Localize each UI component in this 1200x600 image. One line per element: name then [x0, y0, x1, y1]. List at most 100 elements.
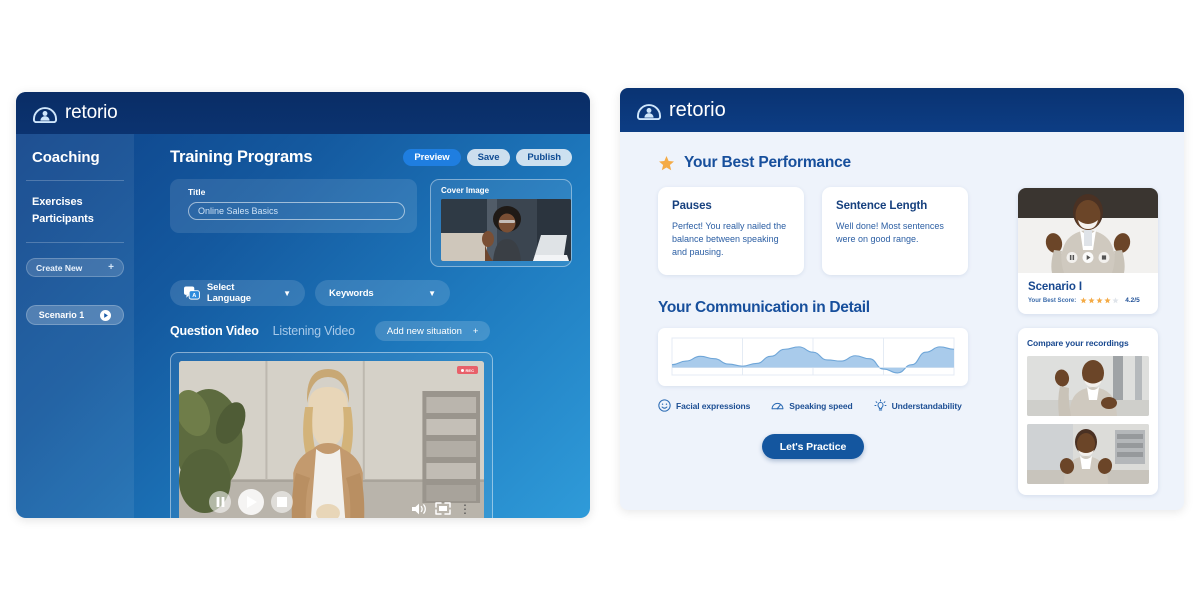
- dropdown-row: A Select Language ▼ Keywords ▼: [170, 280, 572, 306]
- svg-text:A: A: [192, 293, 196, 299]
- coaching-sidebar: Coaching Exercises Participants Create N…: [16, 134, 134, 518]
- play-icon: [246, 496, 257, 508]
- select-language-label: Select Language: [207, 282, 276, 304]
- pause-icon[interactable]: [1067, 252, 1078, 263]
- recording-photo-2: [1027, 424, 1149, 484]
- scenario-score-row: Your Best Score: 4.2/5: [1028, 297, 1148, 304]
- create-new-button[interactable]: Create New +: [26, 258, 124, 277]
- scenario-meta: Scenario I Your Best Score: 4.2/5: [1018, 273, 1158, 314]
- report-body: Your Best Performance Pauses Perfect! Yo…: [620, 132, 1184, 510]
- feedback-text: Perfect! You really nailed the balance b…: [672, 220, 790, 259]
- add-new-situation-button[interactable]: Add new situation +: [375, 321, 491, 341]
- communication-area-chart: [668, 335, 958, 379]
- plus-icon: +: [473, 326, 479, 337]
- smiley-icon: [658, 399, 671, 412]
- coaching-builder-panel: retorio Coaching Exercises Participants …: [16, 92, 590, 518]
- report-right-column: Scenario I Your Best Score: 4.2/5 Compar…: [1018, 188, 1158, 495]
- chevron-down-icon: ▼: [428, 289, 436, 298]
- communication-chart-card: [658, 328, 968, 386]
- sidebar-item-participants[interactable]: Participants: [32, 211, 134, 228]
- scenario-card[interactable]: Scenario I Your Best Score: 4.2/5: [1018, 188, 1158, 314]
- title-field-label: Title: [188, 187, 405, 197]
- metric-facial-expressions[interactable]: Facial expressions: [658, 399, 750, 412]
- scenario-thumbnail[interactable]: [1018, 188, 1158, 273]
- star-rating: [1080, 297, 1119, 304]
- cover-image-photo: [441, 199, 571, 261]
- metric-label: Facial expressions: [676, 401, 750, 411]
- best-performance-title: Your Best Performance: [684, 154, 851, 172]
- stop-button[interactable]: [271, 491, 293, 513]
- sidebar-item-exercises[interactable]: Exercises: [32, 194, 134, 211]
- save-button[interactable]: Save: [467, 149, 511, 166]
- cover-image-thumbnail: [441, 199, 571, 261]
- select-language-dropdown[interactable]: A Select Language ▼: [170, 280, 305, 306]
- metric-understandability[interactable]: Understandability: [874, 399, 962, 412]
- more-vertical-icon[interactable]: ⋮: [459, 505, 471, 513]
- recording-thumbnail-2[interactable]: [1027, 424, 1149, 484]
- gauge-icon: [771, 399, 784, 412]
- metric-speaking-speed[interactable]: Speaking speed: [771, 399, 852, 412]
- star-icon: [1104, 297, 1111, 304]
- metric-label: Understandability: [892, 401, 962, 411]
- builder-main-column: Training Programs Preview Save Publish T…: [134, 134, 590, 518]
- screenshot-root: retorio Coaching Exercises Participants …: [0, 0, 1200, 600]
- question-video-frame: REC: [170, 352, 493, 518]
- fullscreen-icon[interactable]: [435, 502, 451, 515]
- video-controls-left: [209, 489, 293, 515]
- title-field-card: Title Online Sales Basics: [170, 179, 417, 233]
- stop-icon[interactable]: [1099, 252, 1110, 263]
- scenario-name: Scenario I: [1028, 281, 1148, 293]
- create-new-label: Create New: [36, 263, 82, 273]
- tab-listening-video[interactable]: Listening Video: [273, 324, 355, 338]
- star-icon: [1096, 297, 1103, 304]
- video-tabs-row: Question Video Listening Video Add new s…: [170, 321, 572, 341]
- video-controls-right: ⋮: [412, 502, 471, 515]
- retorio-logo[interactable]: retorio: [32, 102, 117, 124]
- rec-label: REC: [466, 368, 474, 373]
- preview-button[interactable]: Preview: [403, 149, 460, 166]
- publish-button[interactable]: Publish: [516, 149, 572, 166]
- play-icon[interactable]: [1083, 252, 1094, 263]
- title-input[interactable]: Online Sales Basics: [188, 202, 405, 220]
- tab-question-video[interactable]: Question Video: [170, 324, 259, 338]
- score-label: Your Best Score:: [1028, 298, 1076, 304]
- feedback-text: Well done! Most sentences were on good r…: [836, 220, 954, 246]
- practice-button-wrap: Let's Practice: [658, 434, 968, 459]
- feedback-title: Pauses: [672, 200, 790, 212]
- compare-recordings-title: Compare your recordings: [1027, 338, 1149, 348]
- left-panel-topbar: retorio: [16, 92, 590, 134]
- record-dot-icon: [461, 369, 464, 372]
- question-video-player[interactable]: REC: [179, 361, 484, 518]
- title-and-cover-row: Title Online Sales Basics Cover Image: [170, 179, 572, 267]
- logo-text: retorio: [65, 102, 117, 124]
- feedback-title: Sentence Length: [836, 200, 954, 212]
- cover-image-card[interactable]: Cover Image: [430, 179, 572, 267]
- lightbulb-icon: [874, 399, 887, 412]
- sidebar-title: Coaching: [16, 134, 134, 166]
- retorio-logo[interactable]: retorio: [636, 99, 726, 122]
- feedback-card-pauses: Pauses Perfect! You really nailed the ba…: [658, 187, 804, 275]
- recording-photo-1: [1027, 356, 1149, 416]
- play-icon: [100, 310, 111, 321]
- star-icon: [658, 155, 675, 172]
- chevron-down-icon: ▼: [283, 289, 291, 298]
- volume-icon[interactable]: [412, 503, 427, 515]
- sidebar-divider-2: [26, 242, 124, 243]
- page-title: Training Programs: [170, 148, 312, 167]
- metric-label: Speaking speed: [789, 401, 852, 411]
- cover-image-label: Cover Image: [441, 186, 565, 195]
- sidebar-item-scenario-1[interactable]: Scenario 1: [26, 305, 124, 325]
- logo-text: retorio: [669, 99, 726, 122]
- star-icon: [1088, 297, 1095, 304]
- rec-badge: REC: [457, 366, 478, 374]
- recording-thumbnail-1[interactable]: [1027, 356, 1149, 416]
- builder-actions: Preview Save Publish: [403, 149, 572, 166]
- score-value: 4.2/5: [1125, 297, 1139, 304]
- play-button[interactable]: [238, 489, 264, 515]
- pause-button[interactable]: [209, 491, 231, 513]
- keywords-dropdown[interactable]: Keywords ▼: [315, 280, 450, 306]
- lets-practice-button[interactable]: Let's Practice: [762, 434, 864, 459]
- best-performance-header: Your Best Performance: [658, 154, 1164, 172]
- star-icon: [1080, 297, 1087, 304]
- stop-icon: [277, 497, 287, 507]
